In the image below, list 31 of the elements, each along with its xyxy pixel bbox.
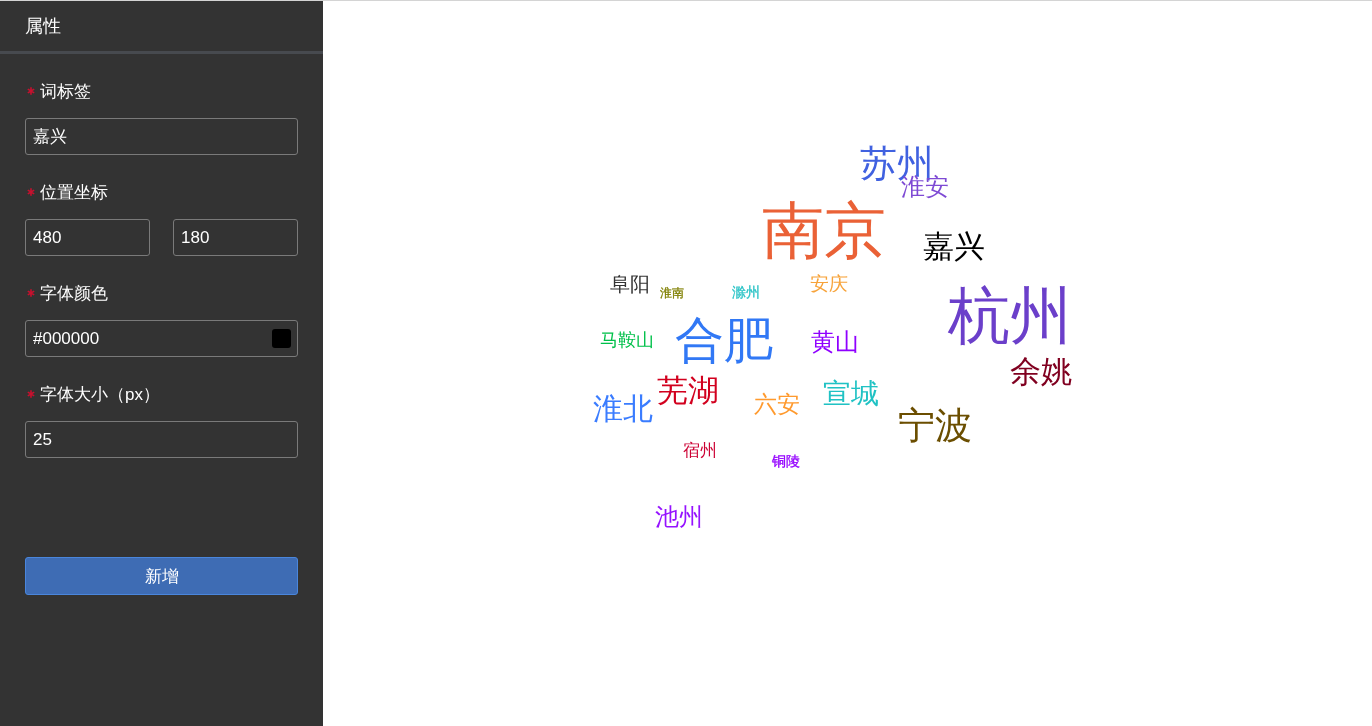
cloud-word: 宣城 — [823, 380, 879, 408]
cloud-word: 池州 — [655, 505, 703, 529]
cloud-word: 嘉兴 — [923, 231, 985, 262]
field-label: 词标签 — [40, 80, 91, 103]
cloud-word: 黄山 — [811, 330, 859, 354]
panel-title: 属性 — [25, 15, 61, 38]
cloud-word: 安庆 — [810, 274, 848, 293]
cloud-word: 芜湖 — [657, 375, 719, 406]
cloud-word: 宿州 — [683, 442, 717, 459]
cloud-word: 南京 — [762, 200, 886, 262]
add-button[interactable]: 新增 — [25, 557, 298, 595]
cloud-word: 铜陵 — [772, 454, 800, 468]
color-swatch-icon[interactable] — [272, 329, 291, 348]
cloud-word: 淮北 — [593, 394, 653, 424]
cloud-word: 阜阳 — [610, 274, 650, 294]
cloud-word: 滁州 — [732, 285, 760, 299]
cloud-word: 马鞍山 — [600, 331, 654, 349]
cloud-word: 余姚 — [1010, 356, 1072, 387]
field-label: 字体大小（px） — [40, 383, 160, 406]
field-label: 字体颜色 — [40, 282, 108, 305]
cloud-word: 宁波 — [898, 407, 972, 444]
input-field[interactable]: 480 — [25, 219, 150, 256]
cloud-word: 六安 — [754, 393, 800, 416]
input-field[interactable]: 25 — [25, 421, 298, 458]
color-input-field[interactable]: #000000 — [25, 320, 298, 357]
input-field[interactable]: 嘉兴 — [25, 118, 298, 155]
cloud-word: 淮南 — [660, 287, 684, 299]
cloud-word: 合肥 — [675, 316, 773, 365]
cloud-word: 杭州 — [948, 285, 1072, 347]
field-label: 位置坐标 — [40, 181, 108, 204]
input-field[interactable]: 180 — [173, 219, 298, 256]
